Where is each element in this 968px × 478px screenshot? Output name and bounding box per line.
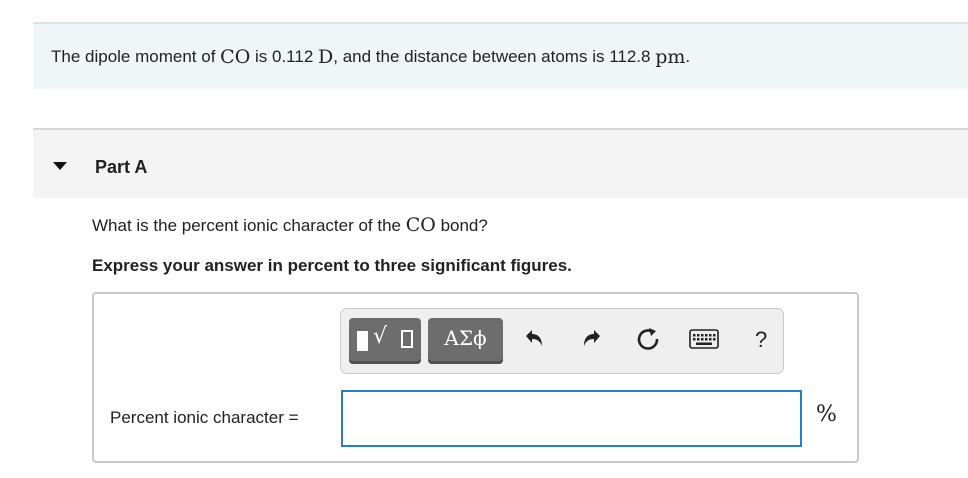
prompt-suffix: . [685, 46, 691, 66]
question-molecule: CO [405, 214, 436, 236]
greek-letters-button[interactable]: ΑΣϕ [428, 318, 503, 364]
question-prefix: What is the percent ionic character of t… [92, 216, 406, 235]
keyboard-icon[interactable] [689, 329, 719, 349]
undo-icon[interactable] [519, 325, 547, 353]
percent-ionic-input[interactable] [341, 390, 802, 447]
prompt-distance-unit: pm [655, 45, 686, 68]
question-text: What is the percent ionic character of t… [92, 214, 488, 236]
part-a-header[interactable]: Part A [33, 128, 968, 198]
percent-unit: % [816, 402, 837, 427]
templates-button[interactable]: √ [349, 318, 421, 364]
prompt-molecule: CO [220, 45, 251, 68]
answer-label: Percent ionic character = [110, 408, 299, 427]
redo-icon[interactable] [579, 325, 607, 353]
greek-letters-icon: ΑΣϕ [444, 326, 487, 350]
help-button[interactable]: ? [755, 327, 767, 353]
prompt-prefix: The dipole moment of [51, 46, 221, 66]
answer-instruction: Express your answer in percent to three … [92, 256, 572, 275]
prompt-mid1: is 0.112 [250, 46, 319, 66]
part-title[interactable]: Part A [95, 157, 147, 178]
math-toolbar: √ ΑΣϕ ? [340, 308, 784, 374]
problem-statement: The dipole moment of CO is 0.112 D, and … [33, 22, 968, 89]
reset-icon[interactable] [634, 325, 662, 353]
answer-panel: √ ΑΣϕ ? Percent ionic character = % [92, 292, 859, 463]
collapse-caret-icon[interactable] [53, 162, 67, 170]
prompt-dipole-unit: D [318, 45, 334, 68]
prompt-mid2: , and the distance between atoms is 112.… [333, 46, 656, 66]
question-suffix: bond? [435, 216, 488, 235]
